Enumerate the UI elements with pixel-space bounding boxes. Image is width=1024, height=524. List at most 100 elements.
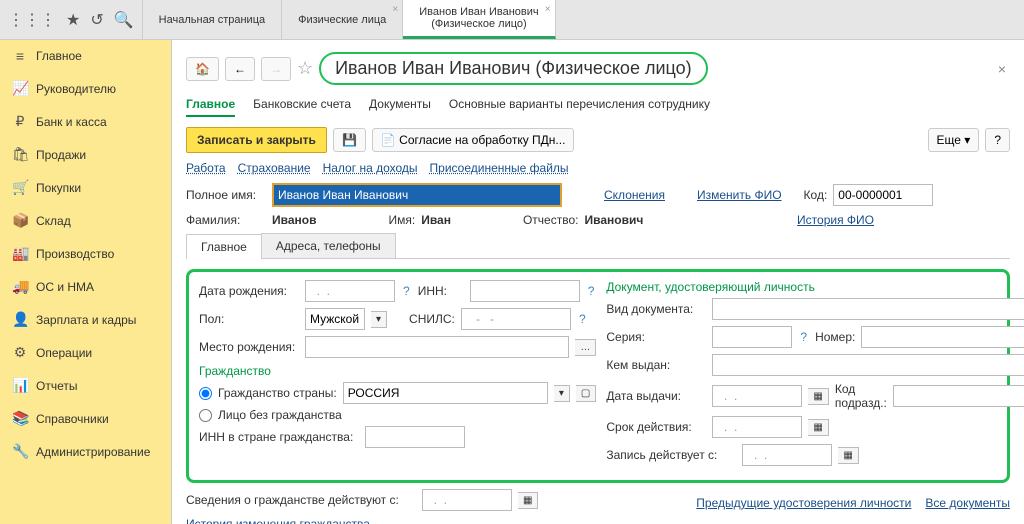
sidebar-item-production[interactable]: 🏭Производство [0, 237, 171, 270]
cit-history-link[interactable]: История изменения гражданства [186, 517, 370, 524]
history-fio-link[interactable]: История ФИО [797, 213, 874, 227]
sidebar-item-catalogs[interactable]: 📚Справочники [0, 402, 171, 435]
chart-icon: 📈 [12, 80, 28, 97]
fullname-input[interactable] [272, 183, 562, 207]
inn-help-icon[interactable]: ? [586, 284, 597, 298]
doc-type-input[interactable] [712, 298, 1024, 320]
factory-icon: 🏭 [12, 245, 28, 262]
home-button[interactable]: 🏠 [186, 57, 219, 81]
chevron-down-icon[interactable]: ▾ [554, 385, 570, 402]
history-icon[interactable]: ↺ [90, 10, 103, 30]
cit-from-input[interactable] [422, 489, 512, 511]
close-icon[interactable]: × [392, 4, 398, 15]
save-button[interactable]: 💾 [333, 128, 366, 152]
close-card-button[interactable]: × [994, 61, 1010, 77]
issue-date-label: Дата выдачи: [606, 389, 706, 403]
expiry-label: Срок действия: [606, 420, 706, 434]
tab-bank-accounts[interactable]: Банковские счета [253, 93, 351, 117]
apps-icon[interactable]: ⋮⋮⋮ [8, 10, 56, 30]
sidebar-item-assets[interactable]: 🚚ОС и НМА [0, 270, 171, 303]
change-fio-link[interactable]: Изменить ФИО [697, 188, 782, 202]
sex-select[interactable] [305, 308, 365, 330]
sidebar-item-warehouse[interactable]: 📦Склад [0, 204, 171, 237]
sidebar-item-manager[interactable]: 📈Руководителю [0, 72, 171, 105]
citizenship-country-radio[interactable] [199, 387, 212, 400]
serial-label: Серия: [606, 330, 706, 344]
tab-main[interactable]: Главное [186, 93, 235, 117]
dept-code-input[interactable] [893, 385, 1024, 407]
close-icon[interactable]: × [545, 4, 551, 15]
subtab-addresses[interactable]: Адреса, телефоны [261, 233, 396, 258]
bag-icon: 🛍 [12, 146, 28, 163]
dob-help-icon[interactable]: ? [401, 284, 412, 298]
issue-date-input[interactable] [712, 385, 802, 407]
tab-transfer-variants[interactable]: Основные варианты перечисления сотрудник… [449, 93, 710, 117]
calendar-icon[interactable]: ▦ [808, 419, 828, 436]
dob-input[interactable] [305, 280, 395, 302]
link-income-tax[interactable]: Налог на доходы [323, 161, 418, 175]
toolbar-icons: ⋮⋮⋮ ★ ↺ 🔍 [0, 0, 143, 39]
patronymic-value: Иванович [584, 213, 643, 227]
open-ref-icon[interactable]: ▢ [576, 385, 596, 402]
code-input[interactable] [833, 184, 933, 206]
sidebar-item-sales[interactable]: 🛍Продажи [0, 138, 171, 171]
prev-docs-link[interactable]: Предыдущие удостоверения личности [696, 496, 911, 510]
doc-type-label: Вид документа: [606, 302, 706, 316]
consent-button[interactable]: 📄 Согласие на обработку ПДн... [372, 128, 575, 152]
sidebar-item-admin[interactable]: 🔧Администрирование [0, 435, 171, 468]
search-icon[interactable]: 🔍 [114, 10, 134, 30]
back-button[interactable]: ← [225, 57, 255, 81]
expiry-input[interactable] [712, 416, 802, 438]
star-icon[interactable]: ☆ [297, 58, 313, 79]
citizenship-title: Гражданство [199, 364, 596, 378]
issued-by-input[interactable] [712, 354, 1024, 376]
calendar-icon[interactable]: ▦ [838, 447, 858, 464]
gear-icon: ⚙ [12, 344, 28, 361]
sidebar-item-operations[interactable]: ⚙Операции [0, 336, 171, 369]
tab-individuals[interactable]: Физические лица× [282, 0, 403, 39]
all-docs-link[interactable]: Все документы [925, 496, 1010, 510]
sidebar-item-main[interactable]: ≡Главное [0, 40, 171, 72]
cart-icon: 🛒 [12, 179, 28, 196]
number-input[interactable] [861, 326, 1024, 348]
dept-code-label: Код подразд.: [835, 382, 887, 410]
inn-input[interactable] [470, 280, 580, 302]
tab-person-card[interactable]: Иванов Иван Иванович(Физическое лицо) × [403, 0, 555, 39]
pob-more-button[interactable]: … [575, 339, 596, 356]
sidebar-item-purchases[interactable]: 🛒Покупки [0, 171, 171, 204]
subtab-main[interactable]: Главное [186, 234, 262, 259]
citizenship-country-input[interactable] [343, 382, 548, 404]
foreign-inn-input[interactable] [365, 426, 465, 448]
save-close-button[interactable]: Записать и закрыть [186, 127, 327, 153]
patronymic-label: Отчество: [523, 213, 579, 227]
more-menu-button[interactable]: Еще ▾ [928, 128, 980, 152]
valid-from-input[interactable] [742, 444, 832, 466]
window-tabs: Начальная страница Физические лица× Иван… [143, 0, 556, 39]
topbar: ⋮⋮⋮ ★ ↺ 🔍 Начальная страница Физические … [0, 0, 1024, 40]
tab-start-page[interactable]: Начальная страница [143, 0, 282, 39]
pob-input[interactable] [305, 336, 569, 358]
tab-documents[interactable]: Документы [369, 93, 431, 117]
serial-help-icon[interactable]: ? [798, 330, 809, 344]
link-work[interactable]: Работа [186, 161, 226, 175]
calendar-icon[interactable]: ▦ [808, 388, 828, 405]
snils-help-icon[interactable]: ? [577, 312, 588, 326]
star-icon[interactable]: ★ [66, 10, 80, 30]
calendar-icon[interactable]: ▦ [518, 492, 538, 509]
chevron-down-icon[interactable]: ▾ [371, 311, 387, 328]
serial-input[interactable] [712, 326, 792, 348]
pob-label: Место рождения: [199, 340, 299, 354]
nav-sidebar: ≡Главное 📈Руководителю ₽Банк и касса 🛍Пр… [0, 40, 172, 524]
stateless-radio[interactable] [199, 409, 212, 422]
sidebar-item-reports[interactable]: 📊Отчеты [0, 369, 171, 402]
sidebar-item-salary[interactable]: 👤Зарплата и кадры [0, 303, 171, 336]
wrench-icon: 🔧 [12, 443, 28, 460]
surname-label: Фамилия: [186, 213, 266, 227]
declension-link[interactable]: Склонения [604, 188, 665, 202]
snils-input[interactable] [461, 308, 571, 330]
forward-button[interactable]: → [261, 57, 291, 81]
link-attached-files[interactable]: Присоединенные файлы [430, 161, 569, 175]
sidebar-item-bank[interactable]: ₽Банк и касса [0, 105, 171, 138]
help-button[interactable]: ? [985, 128, 1010, 152]
link-insurance[interactable]: Страхование [238, 161, 311, 175]
